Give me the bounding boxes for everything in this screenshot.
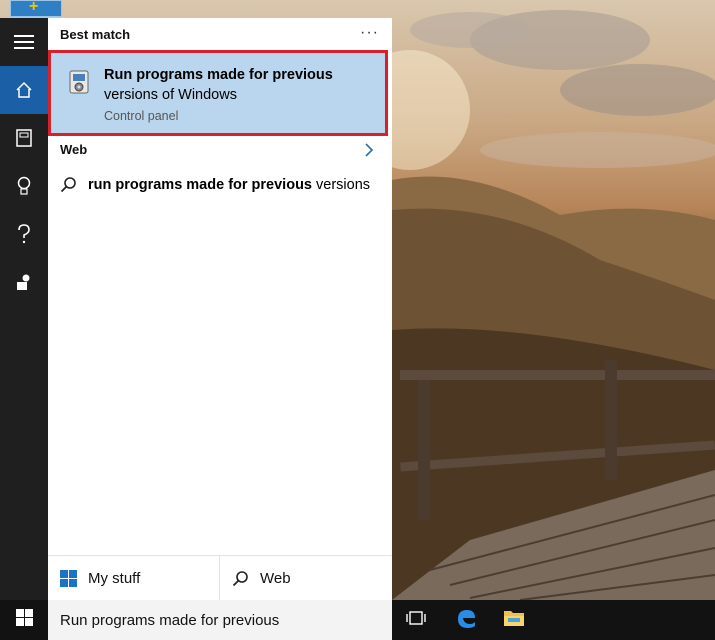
notebook-icon[interactable]	[0, 114, 48, 162]
lightbulb-icon[interactable]	[0, 162, 48, 210]
taskbar-search-box[interactable]	[48, 600, 392, 640]
edge-button[interactable]	[442, 600, 490, 640]
result-title: Run programs made for previous	[104, 67, 333, 83]
compatibility-troubleshooter-icon	[67, 69, 91, 100]
feedback-icon[interactable]	[0, 258, 48, 306]
web-suggestion-item[interactable]: run programs made for previous versions	[48, 172, 392, 202]
windows-logo-icon	[60, 570, 77, 587]
more-options-button[interactable]: ···	[360, 24, 379, 42]
my-stuff-label: My stuff	[88, 570, 141, 587]
search-results-panel: Best match ··· Run programs made for pre…	[48, 18, 392, 601]
home-icon[interactable]	[0, 66, 48, 114]
cortana-nav-rail	[0, 18, 48, 600]
suggestion-text: run programs made for previous versions	[88, 177, 370, 193]
best-match-heading: Best match	[60, 27, 131, 42]
edge-icon	[455, 607, 477, 634]
task-view-button[interactable]	[392, 600, 440, 640]
taskbar	[0, 600, 715, 640]
suggestion-completion: versions	[312, 177, 371, 193]
search-scope-bar: My stuff Web	[48, 555, 392, 601]
web-scope-button[interactable]: Web	[232, 556, 291, 601]
hamburger-menu-icon[interactable]	[0, 18, 48, 66]
search-icon	[232, 570, 250, 588]
desktop-app-icon[interactable]: +	[10, 0, 62, 17]
start-icon	[15, 609, 33, 631]
search-input[interactable]	[60, 611, 380, 629]
result-type: Control panel	[104, 109, 179, 123]
result-subtitle: versions of Windows	[104, 87, 237, 103]
file-explorer-button[interactable]	[490, 600, 538, 640]
best-match-result[interactable]: Run programs made for previous versions …	[48, 50, 388, 136]
chevron-right-icon[interactable]	[364, 142, 374, 163]
start-button[interactable]	[0, 600, 48, 640]
task-view-icon	[405, 609, 427, 632]
suggestion-query: run programs made for previous	[88, 177, 312, 193]
web-scope-label: Web	[260, 570, 291, 587]
plus-icon: +	[29, 0, 39, 15]
help-icon[interactable]	[0, 210, 48, 258]
search-icon	[60, 176, 78, 199]
web-heading: Web	[60, 142, 88, 157]
file-explorer-icon	[503, 608, 525, 633]
scope-divider	[219, 556, 220, 601]
my-stuff-button[interactable]: My stuff	[60, 556, 140, 601]
